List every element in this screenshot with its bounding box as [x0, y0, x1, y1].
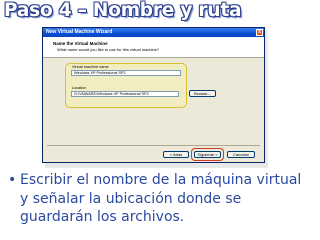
close-icon[interactable]: x	[256, 29, 263, 36]
next-button[interactable]: Siguiente >	[194, 151, 221, 158]
location-label: Location	[72, 86, 87, 90]
button-separator	[47, 145, 260, 146]
location-field[interactable]: G:\VMWARE\Windows XP Professional SP2	[71, 91, 179, 97]
back-button[interactable]: < Atrás	[163, 151, 189, 158]
wizard-header-title: Name the Virtual Machine	[53, 41, 108, 46]
wizard-header-panel: Name the Virtual Machine What name would…	[43, 37, 264, 58]
vm-name-label: Virtual machine name	[72, 65, 109, 69]
wizard-window: New Virtual Machine Wizard x Name the Vi…	[42, 27, 265, 163]
wizard-title: New Virtual Machine Wizard	[46, 29, 113, 35]
browse-button[interactable]: Browse...	[189, 90, 216, 97]
wizard-titlebar: New Virtual Machine Wizard x	[43, 28, 264, 37]
bullet-text: Escribir el nombre de la máquina virtual…	[20, 172, 302, 225]
vm-name-field[interactable]: Windows XP Professional SP2	[71, 70, 181, 76]
bullet-dot-icon: •	[8, 172, 17, 188]
slide-title: Paso 4 – Nombre y ruta	[4, 0, 242, 21]
wizard-header-subtitle: What name would you like to use for this…	[57, 47, 160, 52]
cancel-button[interactable]: Cancelar	[227, 151, 255, 158]
